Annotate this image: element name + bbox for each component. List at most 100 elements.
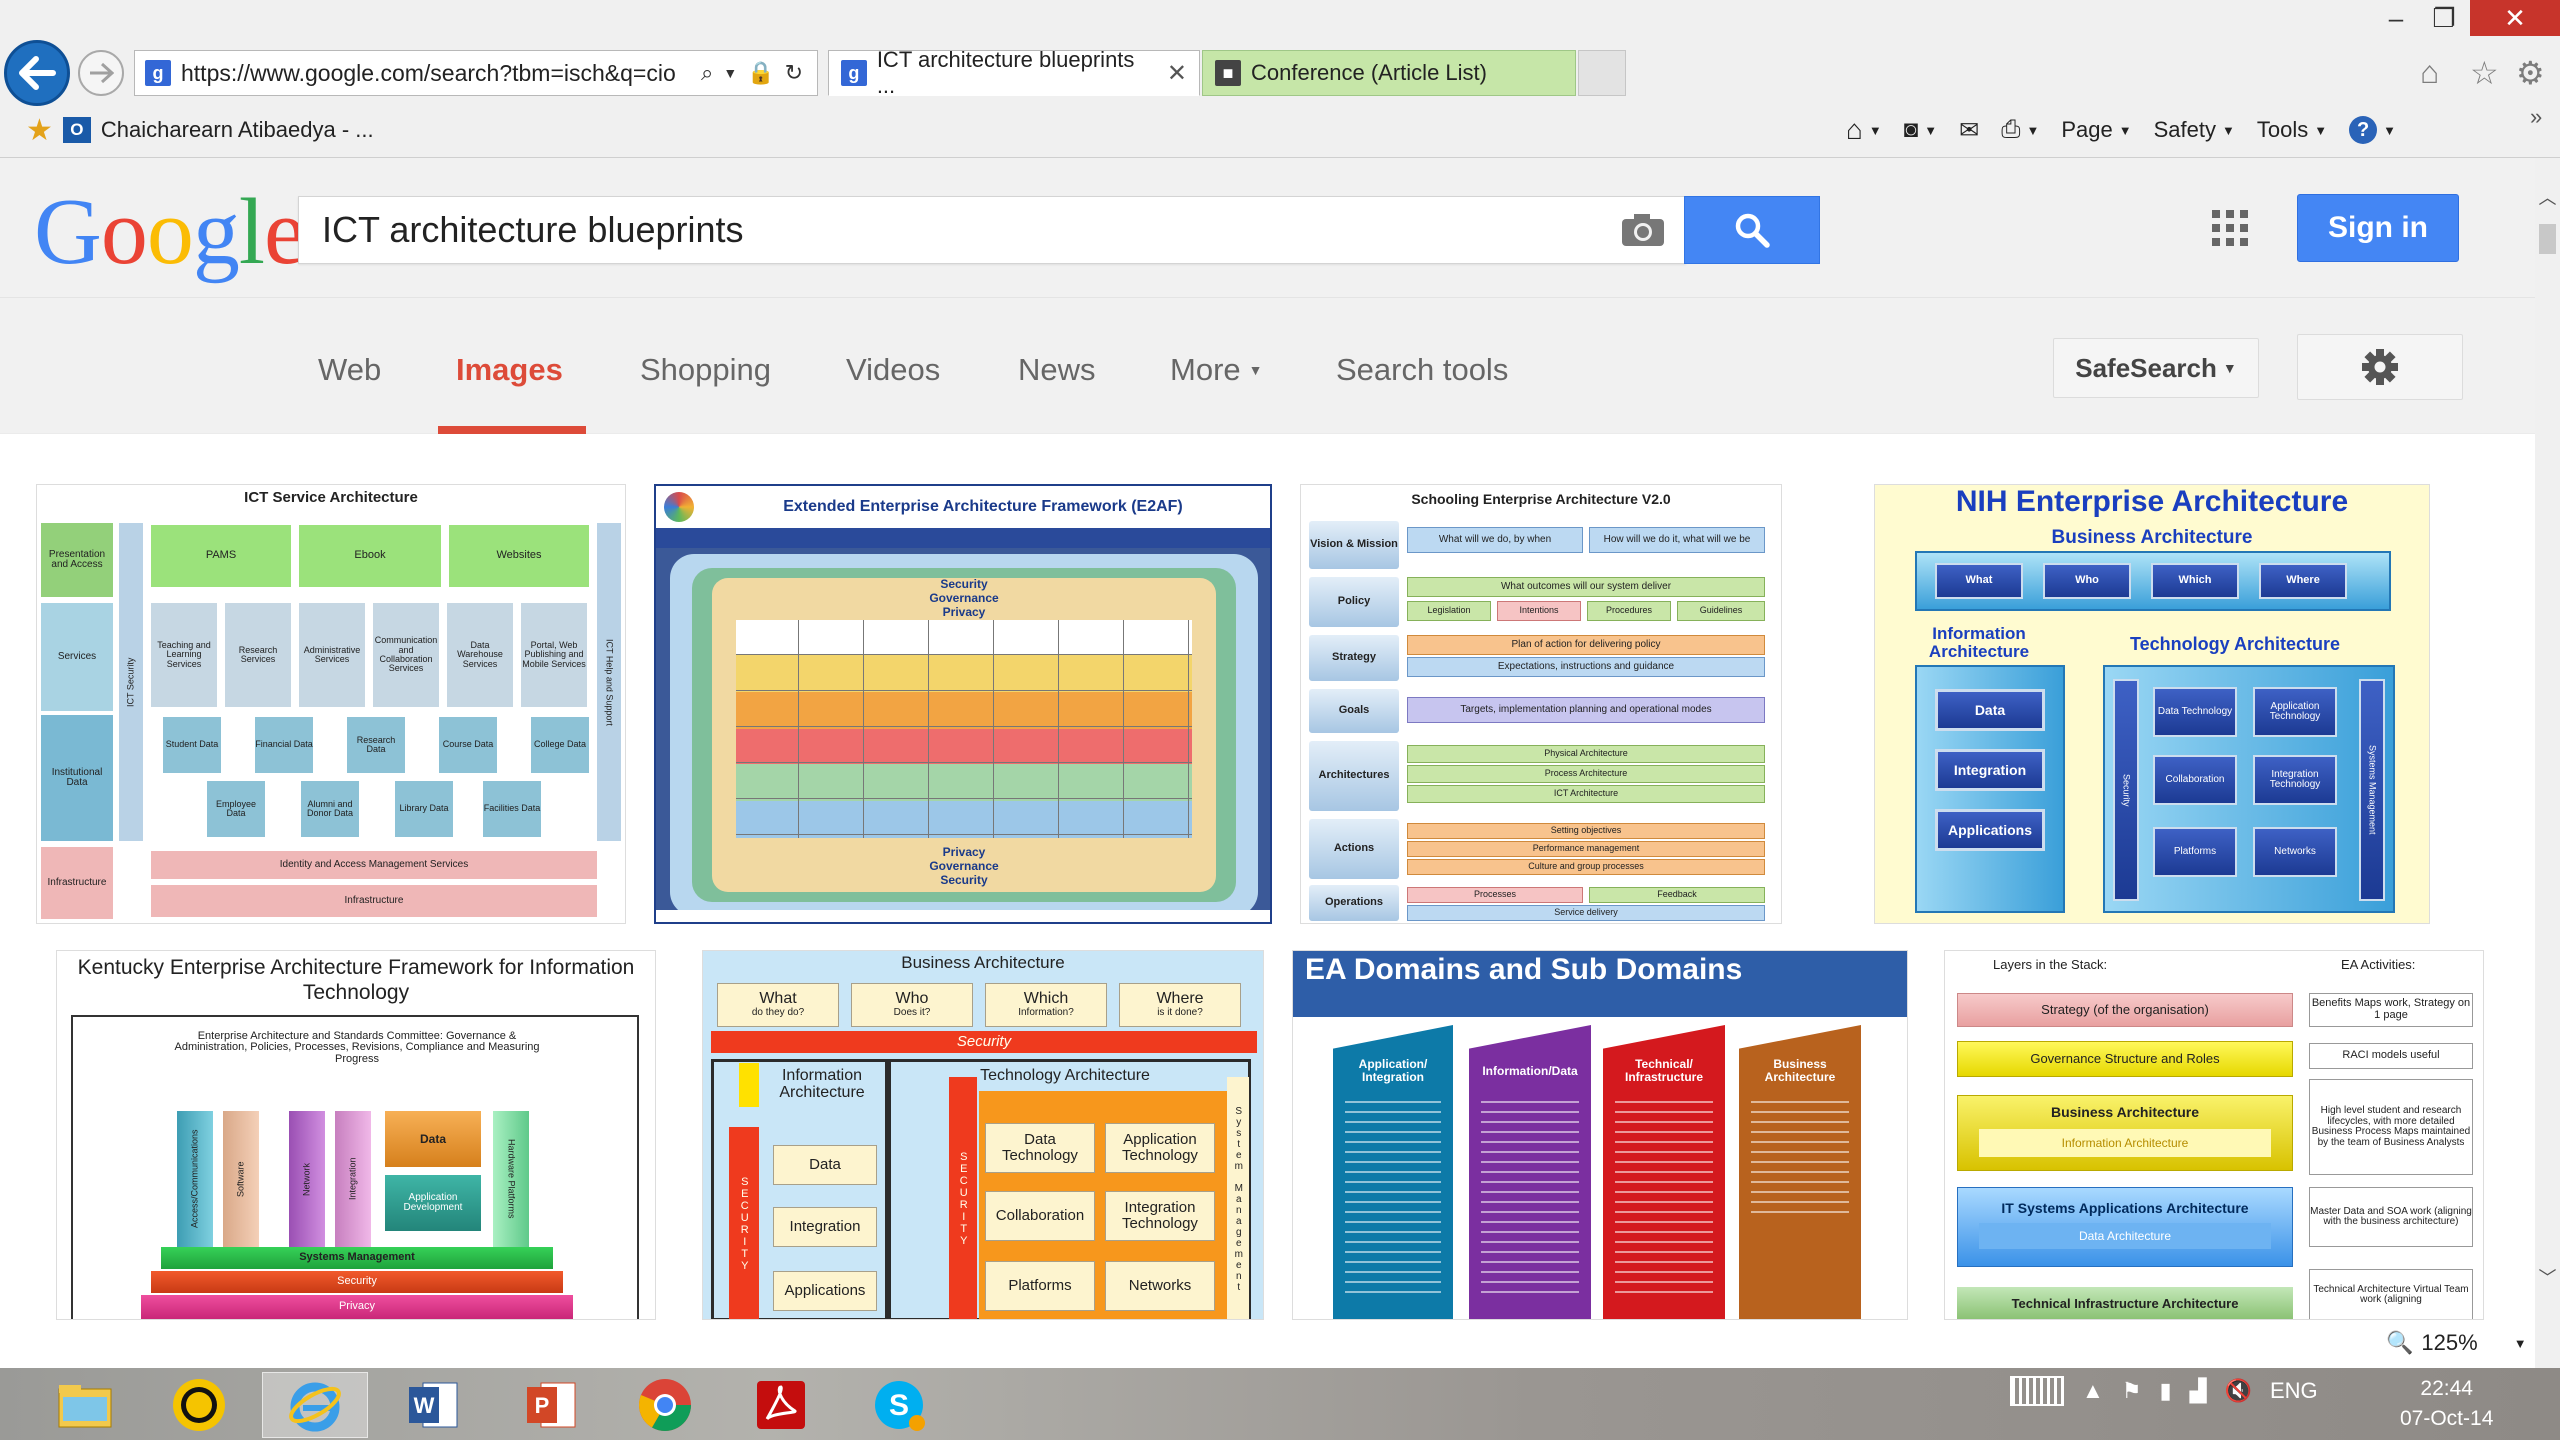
- safety-menu[interactable]: Safety ▼: [2154, 117, 2235, 143]
- search-button[interactable]: [1684, 196, 1820, 264]
- home-button[interactable]: ⌂ ▼: [1846, 114, 1882, 146]
- image-title: Kentucky Enterprise Architecture Framewo…: [77, 956, 635, 1004]
- rss-icon: ◙: [1903, 116, 1919, 143]
- help-button[interactable]: ? ▼: [2349, 116, 2396, 144]
- print-button[interactable]: ⎙ ▼: [2001, 116, 2039, 144]
- feeds-button[interactable]: ◙ ▼: [1904, 116, 1937, 144]
- row-item: Physical Architecture: [1407, 745, 1765, 763]
- tab-videos[interactable]: Videos: [846, 350, 940, 390]
- service-box: Portal, Web Publishing and Mobile Servic…: [521, 603, 587, 707]
- clock[interactable]: 22:44 07-Oct-14: [2400, 1374, 2493, 1434]
- security-bar: Security: [711, 1031, 1257, 1053]
- activity: Benefits Maps work, Strategy on 1 page: [2309, 993, 2473, 1027]
- domain-label: Information/Data: [1482, 1063, 1578, 1078]
- page-favicon-icon: ■: [1215, 60, 1241, 86]
- business-label: Business Architecture: [2051, 527, 2253, 548]
- column: Hardware Platforms: [493, 1111, 529, 1247]
- favorites-star-icon[interactable]: ★: [26, 113, 53, 148]
- signal-icon[interactable]: ▟: [2190, 1378, 2207, 1404]
- tab-web[interactable]: Web: [318, 350, 381, 390]
- svg-text:P: P: [535, 1393, 550, 1418]
- flag-icon[interactable]: ⚑: [2122, 1378, 2142, 1404]
- restore-button[interactable]: ❐: [2414, 0, 2474, 36]
- mail-button[interactable]: ✉: [1959, 116, 1979, 145]
- sub-domain-list: [1481, 1101, 1579, 1301]
- google-favicon-icon: g: [841, 60, 867, 86]
- search-icon[interactable]: ⌕: [701, 60, 713, 86]
- image-result-ea-domains[interactable]: EA Domains and Sub Domains Application/ …: [1292, 950, 1908, 1320]
- scroll-thumb[interactable]: [2539, 224, 2556, 254]
- safesearch-button[interactable]: SafeSearch ▼: [2053, 338, 2259, 398]
- taskbar-skype[interactable]: S: [846, 1372, 952, 1438]
- scroll-up-icon[interactable]: ︿: [2535, 184, 2560, 214]
- taskbar-internet-explorer[interactable]: [262, 1372, 368, 1438]
- close-window-button[interactable]: ✕: [2470, 0, 2560, 36]
- row-item: Culture and group processes: [1407, 859, 1765, 875]
- page-menu[interactable]: Page ▼: [2061, 117, 2131, 143]
- taskbar-acrobat[interactable]: [728, 1372, 834, 1438]
- battery-icon[interactable]: ▮: [2160, 1378, 2172, 1404]
- image-result-kentucky-ea[interactable]: Kentucky Enterprise Architecture Framewo…: [56, 950, 656, 1320]
- image-result-e2af[interactable]: Extended Enterprise Architecture Framewo…: [654, 484, 1272, 924]
- tab-shopping[interactable]: Shopping: [640, 350, 771, 390]
- search-input[interactable]: ICT architecture blueprints: [322, 200, 744, 260]
- tech-item: Platforms: [2153, 827, 2237, 877]
- row-item: Legislation: [1407, 601, 1491, 621]
- activities-header: EA Activities:: [2341, 957, 2416, 972]
- tab-more[interactable]: More ▼: [1170, 350, 1263, 390]
- google-logo[interactable]: Google: [34, 182, 306, 282]
- scroll-down-icon[interactable]: ﹀: [2535, 1264, 2560, 1294]
- business-item: What do they do?: [717, 983, 839, 1027]
- favorites-link[interactable]: Chaicharearn Atibaedya - ...: [101, 117, 374, 143]
- tab-news[interactable]: News: [1018, 350, 1096, 390]
- taskbar-chrome[interactable]: [612, 1372, 718, 1438]
- lock-icon[interactable]: 🔒: [747, 60, 774, 86]
- infra-bar: Infrastructure: [151, 885, 597, 917]
- settings-gear-icon[interactable]: ⚙: [2516, 54, 2545, 92]
- show-hidden-icons-icon[interactable]: ▲: [2082, 1378, 2104, 1404]
- forward-button[interactable]: [78, 50, 124, 96]
- favorites-star-icon[interactable]: ☆: [2470, 54, 2499, 92]
- home-icon[interactable]: ⌂: [2420, 54, 2439, 91]
- taskbar-explorer[interactable]: [32, 1372, 138, 1438]
- image-result-layers-stack[interactable]: Layers in the Stack: EA Activities: Stra…: [1944, 950, 2484, 1320]
- back-button[interactable]: [4, 40, 70, 106]
- top-box: Websites: [449, 525, 589, 587]
- safety-menu-label: Safety: [2153, 117, 2216, 142]
- dropdown-icon: ▼: [2222, 360, 2237, 376]
- new-tab-button[interactable]: [1578, 50, 1626, 96]
- tab-images[interactable]: Images: [456, 350, 563, 390]
- volume-muted-icon[interactable]: 🔇: [2225, 1378, 2252, 1404]
- tech-item: Application Technology: [2253, 687, 2337, 737]
- image-result-schooling-ea[interactable]: Schooling Enterprise Architecture V2.0 V…: [1300, 484, 1782, 924]
- url-text[interactable]: https://www.google.com/search?tbm=isch&q…: [181, 60, 691, 87]
- taskbar-powerpoint[interactable]: P: [498, 1372, 604, 1438]
- image-result-ict-service-architecture[interactable]: ICT Service Architecture Presentation an…: [36, 484, 626, 924]
- settings-button[interactable]: [2297, 334, 2463, 400]
- taskbar-app-ring[interactable]: [146, 1372, 252, 1438]
- chevron-more-icon[interactable]: »: [2530, 104, 2542, 130]
- refresh-icon[interactable]: ↻: [785, 60, 803, 86]
- tab-ict-architecture[interactable]: g ICT architecture blueprints ... ✕: [828, 47, 1200, 98]
- image-title: Schooling Enterprise Architecture V2.0: [1411, 491, 1671, 507]
- tab-conference[interactable]: ■ Conference (Article List): [1202, 50, 1576, 96]
- info-item: Data: [773, 1145, 877, 1185]
- tools-menu[interactable]: Tools ▼: [2257, 117, 2327, 143]
- dropdown-icon[interactable]: ▼: [723, 65, 737, 81]
- vertical-scrollbar[interactable]: ︿ ﹀: [2535, 158, 2560, 1368]
- camera-icon[interactable]: [1620, 212, 1666, 253]
- identity-bar: Identity and Access Management Services: [151, 851, 597, 879]
- sub-domain-list: [1615, 1101, 1713, 1301]
- keyboard-icon[interactable]: [2010, 1376, 2064, 1406]
- column: Software: [223, 1111, 259, 1247]
- search-tools-button[interactable]: Search tools: [1336, 350, 1508, 390]
- tab-close-icon[interactable]: ✕: [1167, 59, 1187, 88]
- sign-in-button[interactable]: Sign in: [2297, 194, 2459, 262]
- image-result-nih-ea[interactable]: NIH Enterprise Architecture Business Arc…: [1874, 484, 2430, 924]
- language-indicator[interactable]: ENG: [2270, 1378, 2318, 1404]
- apps-grid-icon[interactable]: [2212, 210, 2248, 251]
- address-bar[interactable]: g https://www.google.com/search?tbm=isch…: [134, 50, 818, 96]
- taskbar-word[interactable]: W: [380, 1372, 486, 1438]
- image-result-business-architecture[interactable]: Business Architecture What do they do? Wh…: [702, 950, 1264, 1320]
- zoom-control[interactable]: 🔍 125% ▼: [2386, 1330, 2527, 1356]
